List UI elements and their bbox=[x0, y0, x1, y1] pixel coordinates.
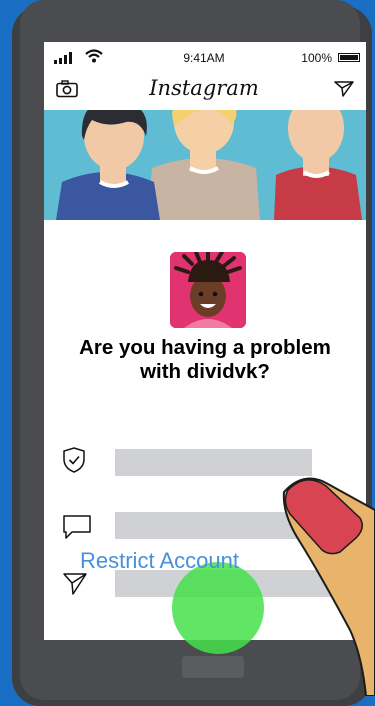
tap-indicator bbox=[172, 562, 264, 654]
send-icon bbox=[63, 573, 87, 595]
battery-icon bbox=[338, 53, 360, 62]
home-button[interactable] bbox=[182, 656, 244, 678]
nav-bar: Instagram bbox=[44, 72, 366, 108]
avatar bbox=[170, 252, 246, 328]
comment-icon bbox=[63, 515, 91, 539]
restrict-account-button[interactable]: Restrict Account bbox=[80, 548, 239, 574]
pointing-finger-illustration bbox=[282, 477, 375, 696]
camera-icon[interactable] bbox=[56, 80, 78, 98]
status-time: 9:41AM bbox=[183, 51, 225, 65]
send-icon[interactable] bbox=[334, 80, 354, 98]
signal-icon bbox=[54, 52, 72, 64]
people-illustration-banner bbox=[44, 110, 366, 220]
avatar-illustration bbox=[170, 252, 246, 328]
app-brand-title: Instagram bbox=[149, 76, 259, 100]
status-bar: 9:41AM 100% bbox=[44, 42, 366, 70]
shield-check-icon bbox=[63, 447, 85, 473]
people-illustration bbox=[44, 110, 366, 220]
battery-percent: 100% bbox=[301, 51, 332, 65]
dialog-headline: Are you having a problem with dividvk? bbox=[79, 336, 331, 383]
wifi-icon bbox=[85, 49, 103, 63]
